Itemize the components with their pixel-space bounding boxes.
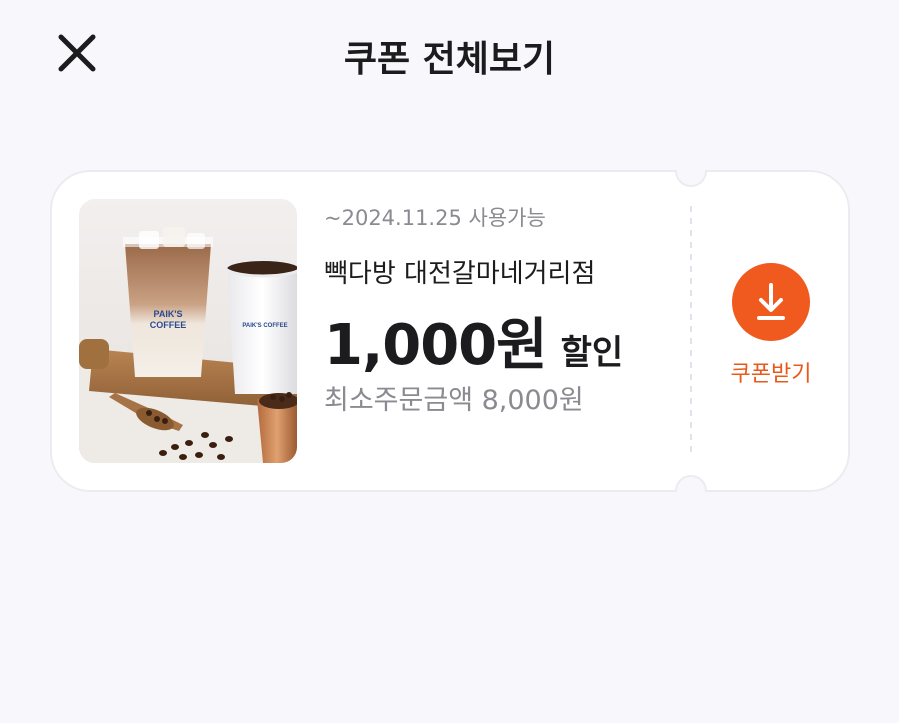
coupon-download-label[interactable]: 쿠폰받기 — [710, 356, 832, 388]
header: 쿠폰 전체보기 — [0, 0, 899, 110]
coupon-amount: 1,000원 — [324, 313, 548, 378]
cup-text-paiks-coffee: PAIK'S COFFEE — [242, 323, 287, 329]
coupon-download-button[interactable] — [732, 263, 810, 341]
coupon-discount: 1,000원 할인 — [324, 300, 623, 381]
coffee-product-image: PAIK'S COFFEE PAIK'S COFFEE — [79, 199, 297, 463]
coupon-card: PAIK'S COFFEE PAIK'S COFFEE ~2024.11.25 … — [50, 170, 850, 492]
coupon-expiry: ~2024.11.25 사용가능 — [324, 206, 546, 230]
cup-text-paiks: PAIK'S — [154, 309, 183, 319]
coupon-min-order: 최소주문금액 8,000원 — [324, 385, 584, 416]
coupon-list-page: 쿠폰 전체보기 PAIK'S COFFEE PAIK'S COFFEE ~202… — [0, 0, 899, 723]
cup-text-coffee: COFFEE — [150, 320, 187, 330]
coupon-discount-label: 할인 — [560, 333, 624, 373]
coupon-store-name: 빽다방 대전갈마네거리점 — [324, 259, 596, 289]
download-icon — [757, 283, 785, 320]
page-title: 쿠폰 전체보기 — [343, 39, 556, 80]
